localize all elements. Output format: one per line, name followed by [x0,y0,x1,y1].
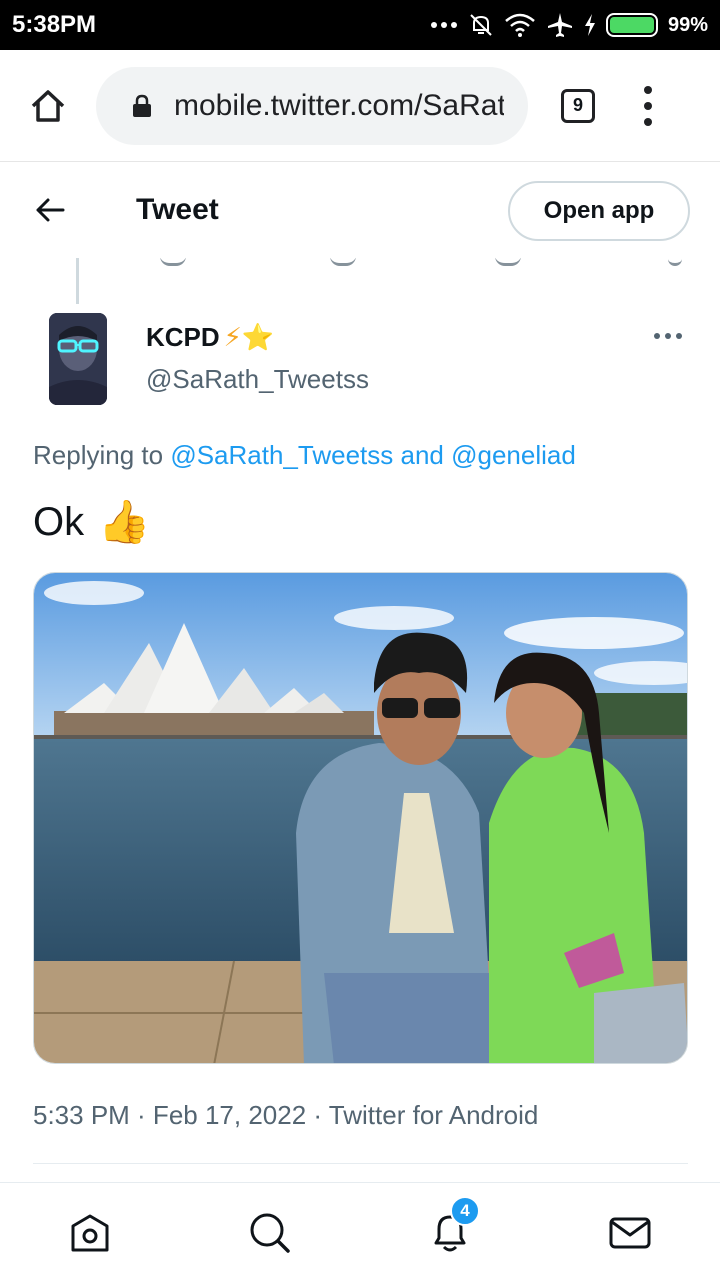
thread-connector [76,258,79,304]
tweet-text: Ok 👍 [33,498,150,547]
author-name-text: KCPD [146,322,220,352]
notification-badge: 4 [450,1196,480,1226]
status-time: 5:38PM [12,11,97,38]
menu-dot [644,101,652,110]
mute-icon [468,12,494,38]
status-icons: 99% [430,11,708,39]
browser-home-button[interactable] [0,86,96,126]
more-dot [676,333,682,339]
nav-home[interactable] [68,1211,112,1255]
replying-to-and: and [393,440,452,470]
lock-icon [132,94,152,118]
tab-switcher-button[interactable]: 9 [528,88,628,123]
menu-dot [644,85,652,94]
more-dots-icon [430,20,458,30]
home-icon [31,89,65,122]
replying-to-user-2[interactable]: @geneliad [451,440,576,470]
home-icon [71,1214,109,1252]
replying-to-prefix: Replying to [33,440,171,470]
airplane-icon [546,11,574,39]
menu-dot [644,117,652,126]
battery-fill [609,17,654,33]
more-dot [665,333,671,339]
address-bar[interactable]: mobile.twitter.com/SaRath_Tweetss [96,66,528,145]
browser-toolbar: mobile.twitter.com/SaRath_Tweetss 9 [0,50,720,162]
divider [33,1163,688,1164]
back-button[interactable] [0,197,100,223]
replying-to-user-1[interactable]: @SaRath_Tweetss [170,440,393,470]
thumbs-up-emoji: 👍 [98,498,151,545]
wifi-icon [504,12,536,38]
url-text[interactable]: mobile.twitter.com/SaRath_Tweetss [174,89,504,123]
tweet-header: Tweet Open app [0,162,720,258]
open-app-button[interactable]: Open app [508,181,690,241]
browser-menu-button[interactable] [628,85,668,126]
search-icon [250,1213,290,1253]
replying-to: Replying to @SaRath_Tweetss and @genelia… [33,440,576,471]
nav-messages[interactable] [608,1211,652,1255]
back-arrow-icon [36,198,65,222]
page-title: Tweet [136,193,219,226]
author-name[interactable]: KCPD ⚡⭐ [146,322,274,353]
charging-icon [584,14,596,36]
tweet-photo[interactable] [33,572,688,1064]
bottom-navigation: 4 [0,1182,720,1280]
tweet-timestamp: 5:33 PM · Feb 17, 2022 · Twitter for And… [33,1100,539,1130]
author-emojis: ⚡⭐ [223,322,275,352]
tweet-text-body: Ok [33,500,85,544]
messages-icon [609,1217,651,1249]
author-handle[interactable]: @SaRath_Tweetss [146,364,369,395]
more-options-button[interactable] [654,333,682,339]
more-dot [654,333,660,339]
battery-percent: 99% [667,13,708,36]
status-bar: 5:38PM 99% [0,0,720,50]
tab-count: 9 [561,88,595,123]
battery-icon [605,13,658,37]
avatar[interactable] [49,313,107,405]
nav-search[interactable] [248,1211,292,1255]
